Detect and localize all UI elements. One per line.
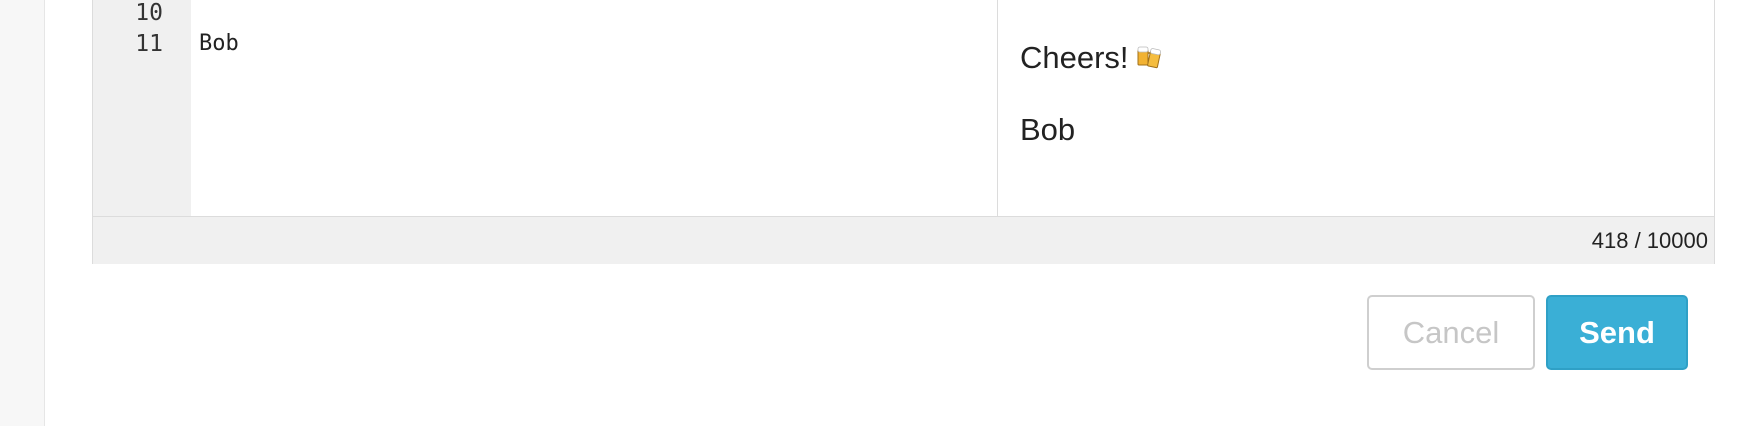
code-line[interactable]: Bob [199, 29, 239, 59]
line-number: 11 [135, 31, 163, 57]
message-editor: 10 11 Bob Cheers! Bob 418 / 10000 [92, 0, 1715, 264]
markdown-input[interactable]: Bob [191, 0, 998, 216]
preview-closing-line: Cheers! [1020, 40, 1163, 76]
left-sidebar-rail [0, 0, 45, 426]
character-count: 418 / 10000 [1591, 228, 1708, 253]
editor-status-bar: 418 / 10000 [93, 216, 1714, 264]
markdown-preview: Cheers! Bob [998, 0, 1714, 216]
preview-closing-text: Cheers! [1020, 40, 1129, 75]
line-number: 10 [135, 0, 163, 26]
preview-signature: Bob [1020, 112, 1076, 147]
cancel-button[interactable]: Cancel [1367, 295, 1535, 370]
line-number-gutter: 10 11 [93, 0, 191, 216]
beer-mugs-icon [1135, 42, 1163, 70]
send-button[interactable]: Send [1546, 295, 1688, 370]
